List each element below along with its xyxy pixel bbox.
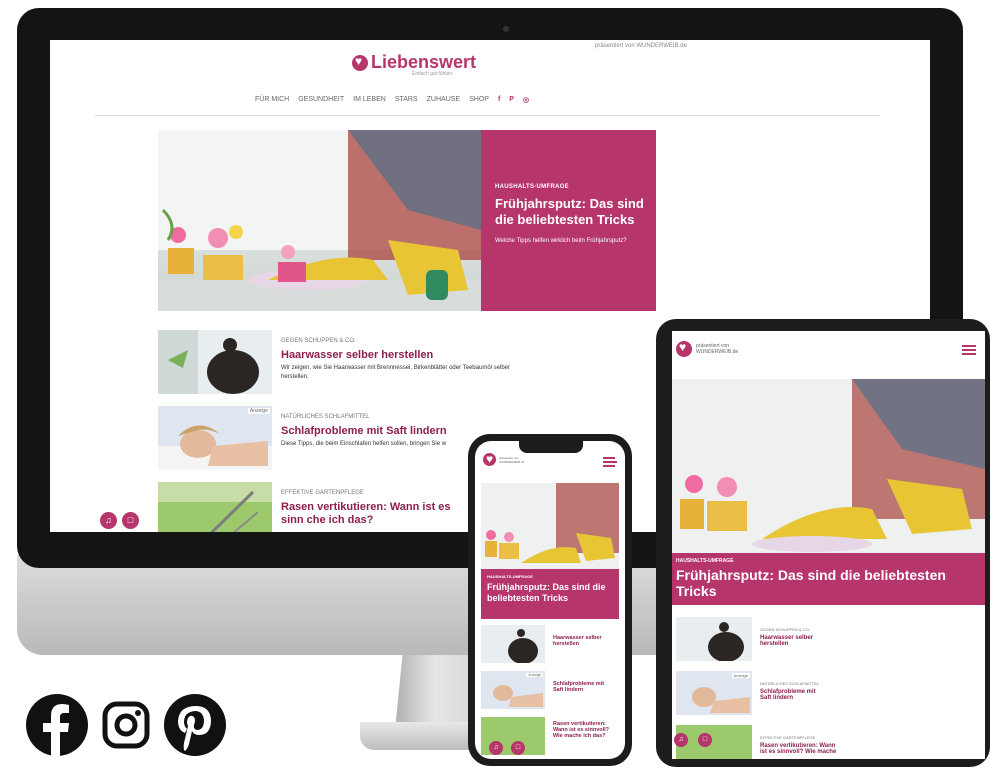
article-kicker: NATÜRLICHES SCHLAFMITTEL: [760, 681, 820, 686]
bag-icon[interactable]: □: [122, 512, 139, 529]
tablet-hero-text[interactable]: HAUSHALTS-UMFRAGE Frühjahrsputz: Das sin…: [672, 553, 985, 605]
article-title[interactable]: Rasen vertikutieren: Wann ist es sinnvol…: [553, 721, 615, 755]
facebook-nav-icon[interactable]: f: [498, 96, 500, 104]
hero-teaser[interactable]: HAUSHALTS-UMFRAGE Frühjahrsputz: Das sin…: [158, 130, 656, 311]
article-thumbnail: Anzeige: [481, 671, 545, 709]
main-nav: FÜR MICH GESUNDHEIT IM LEBEN STARS ZUHAU…: [255, 96, 529, 104]
article-thumbnail: Anzeige: [158, 406, 272, 470]
article-kicker: GEGEN SCHUPPEN & CO.: [281, 338, 356, 344]
instagram-icon[interactable]: [102, 701, 150, 749]
article-summary: Wir zeigen, wie Sie Haarwasser mit Brenn…: [281, 365, 510, 380]
list-item[interactable]: Anzeige NATÜRLICHES SCHLAFMITTEL Schlafp…: [676, 671, 820, 715]
bag-icon[interactable]: □: [698, 733, 712, 747]
bell-icon[interactable]: ♫: [489, 741, 503, 755]
phone-hero-text[interactable]: HAUSHALTS-UMFRAGE Frühjahrsputz: Das sin…: [481, 569, 619, 619]
phone-notch: [519, 441, 583, 453]
sponsor-text: präsentiert von WUNDERWEIB.de: [595, 43, 687, 49]
devices-mockup: präsentiert von WUNDERWEIB.de Liebenswer…: [0, 0, 991, 769]
nav-item-shop[interactable]: SHOP: [469, 96, 489, 104]
heart-logo-icon: [483, 452, 496, 466]
nav-item-fuer-mich[interactable]: FÜR MICH: [255, 96, 289, 104]
tablet-hero-kicker: HAUSHALTS-UMFRAGE: [676, 558, 734, 564]
article-title[interactable]: Rasen vertikutieren: Wann ist es sinn ch…: [281, 501, 471, 527]
phone-hero-image: [481, 483, 619, 569]
site-name: Liebenswert: [371, 52, 477, 72]
phone-header: präsentiert von WUNDERWEIB.de: [483, 452, 533, 466]
article-kicker: NATÜRLICHES SCHLAFMITTEL: [281, 414, 370, 420]
phone-sponsor: präsentiert von WUNDERWEIB.de: [499, 455, 525, 464]
phone-hero-kicker: HAUSHALTS-UMFRAGE: [487, 574, 533, 579]
hero-text-panel: HAUSHALTS-UMFRAGE Frühjahrsputz: Das sin…: [481, 130, 656, 311]
pinterest-icon[interactable]: [164, 694, 226, 756]
article-title[interactable]: Haarwasser selber herstellen: [281, 349, 531, 361]
camera-icon: [503, 26, 509, 32]
list-item[interactable]: Anzeige Schlafprobleme mit Saft lindern: [481, 671, 613, 709]
pinterest-nav-icon[interactable]: P: [509, 96, 514, 104]
article-thumbnail: [676, 617, 752, 661]
article-kicker: EFFEKTIVE GARTENPFLEGE: [281, 490, 364, 496]
tablet-site: präsentiert von WUNDERWEIB.de HAUSHALTS-: [672, 331, 985, 759]
ad-badge: Anzeige: [247, 408, 270, 414]
tablet-device: präsentiert von WUNDERWEIB.de HAUSHALTS-: [656, 319, 990, 767]
social-icons: [26, 694, 226, 756]
list-item[interactable]: GEGEN SCHUPPEN & CO. Haarwasser selber h…: [676, 617, 820, 661]
site-logo[interactable]: Liebenswert: [352, 52, 476, 73]
article-title[interactable]: Rasen vertikutieren: Wann ist es sinnvol…: [760, 743, 840, 755]
facebook-icon[interactable]: [26, 694, 88, 756]
tablet-hero-image: [672, 379, 985, 554]
phone-device: präsentiert von WUNDERWEIB.de HAUSHALTS-…: [468, 434, 632, 766]
hero-kicker: HAUSHALTS-UMFRAGE: [495, 184, 569, 190]
ad-badge: Anzeige: [526, 673, 543, 677]
article-title[interactable]: Schlafprobleme mit Saft lindern: [760, 689, 820, 701]
nav-item-gesundheit[interactable]: GESUNDHEIT: [298, 96, 344, 104]
article-thumbnail: [158, 482, 272, 532]
article-title[interactable]: Haarwasser selber herstellen: [760, 635, 820, 647]
article-kicker: GEGEN SCHUPPEN & CO.: [760, 627, 810, 632]
menu-icon[interactable]: [962, 345, 976, 355]
heart-logo-icon: [676, 340, 692, 357]
hero-image: [158, 130, 481, 311]
phone-site: präsentiert von WUNDERWEIB.de HAUSHALTS-…: [475, 441, 625, 759]
tablet-header: präsentiert von WUNDERWEIB.de: [676, 340, 746, 357]
article-thumbnail: [481, 625, 545, 663]
menu-icon[interactable]: [603, 457, 617, 467]
article-thumbnail: [158, 330, 272, 394]
article-thumbnail: Anzeige: [676, 671, 752, 715]
phone-hero-title[interactable]: Frühjahrsputz: Das sind die beliebtesten…: [487, 582, 613, 604]
list-item[interactable]: GEGEN SCHUPPEN & CO. Haarwasser selber h…: [158, 330, 531, 394]
ad-badge: Anzeige: [731, 673, 750, 678]
list-item[interactable]: Haarwasser selber herstellen: [481, 625, 613, 663]
hero-title[interactable]: Frühjahrsputz: Das sind die beliebtesten…: [495, 196, 644, 228]
bell-icon[interactable]: ♫: [674, 733, 688, 747]
site-tagline: Einfach gut fühlen.: [412, 71, 454, 77]
nav-item-stars[interactable]: STARS: [395, 96, 418, 104]
nav-item-zuhause[interactable]: ZUHAUSE: [427, 96, 460, 104]
nav-item-im-leben[interactable]: IM LEBEN: [353, 96, 386, 104]
bag-icon[interactable]: □: [511, 741, 525, 755]
tablet-sponsor: präsentiert von WUNDERWEIB.de: [696, 343, 739, 355]
article-title[interactable]: Haarwasser selber herstellen: [553, 635, 613, 663]
bell-icon[interactable]: ♫: [100, 512, 117, 529]
hero-subtitle: Welche Tipps helfen wirklich beim Frühja…: [495, 238, 627, 244]
instagram-nav-icon[interactable]: ◎: [523, 96, 529, 104]
tablet-hero-title[interactable]: Frühjahrsputz: Das sind die beliebtesten…: [676, 567, 981, 599]
article-title[interactable]: Schlafprobleme mit Saft lindern: [553, 681, 613, 709]
article-kicker: EFFEKTIVE GARTENPFLEGE: [760, 735, 816, 740]
header-divider: [95, 115, 880, 116]
heart-logo-icon: [352, 54, 368, 71]
